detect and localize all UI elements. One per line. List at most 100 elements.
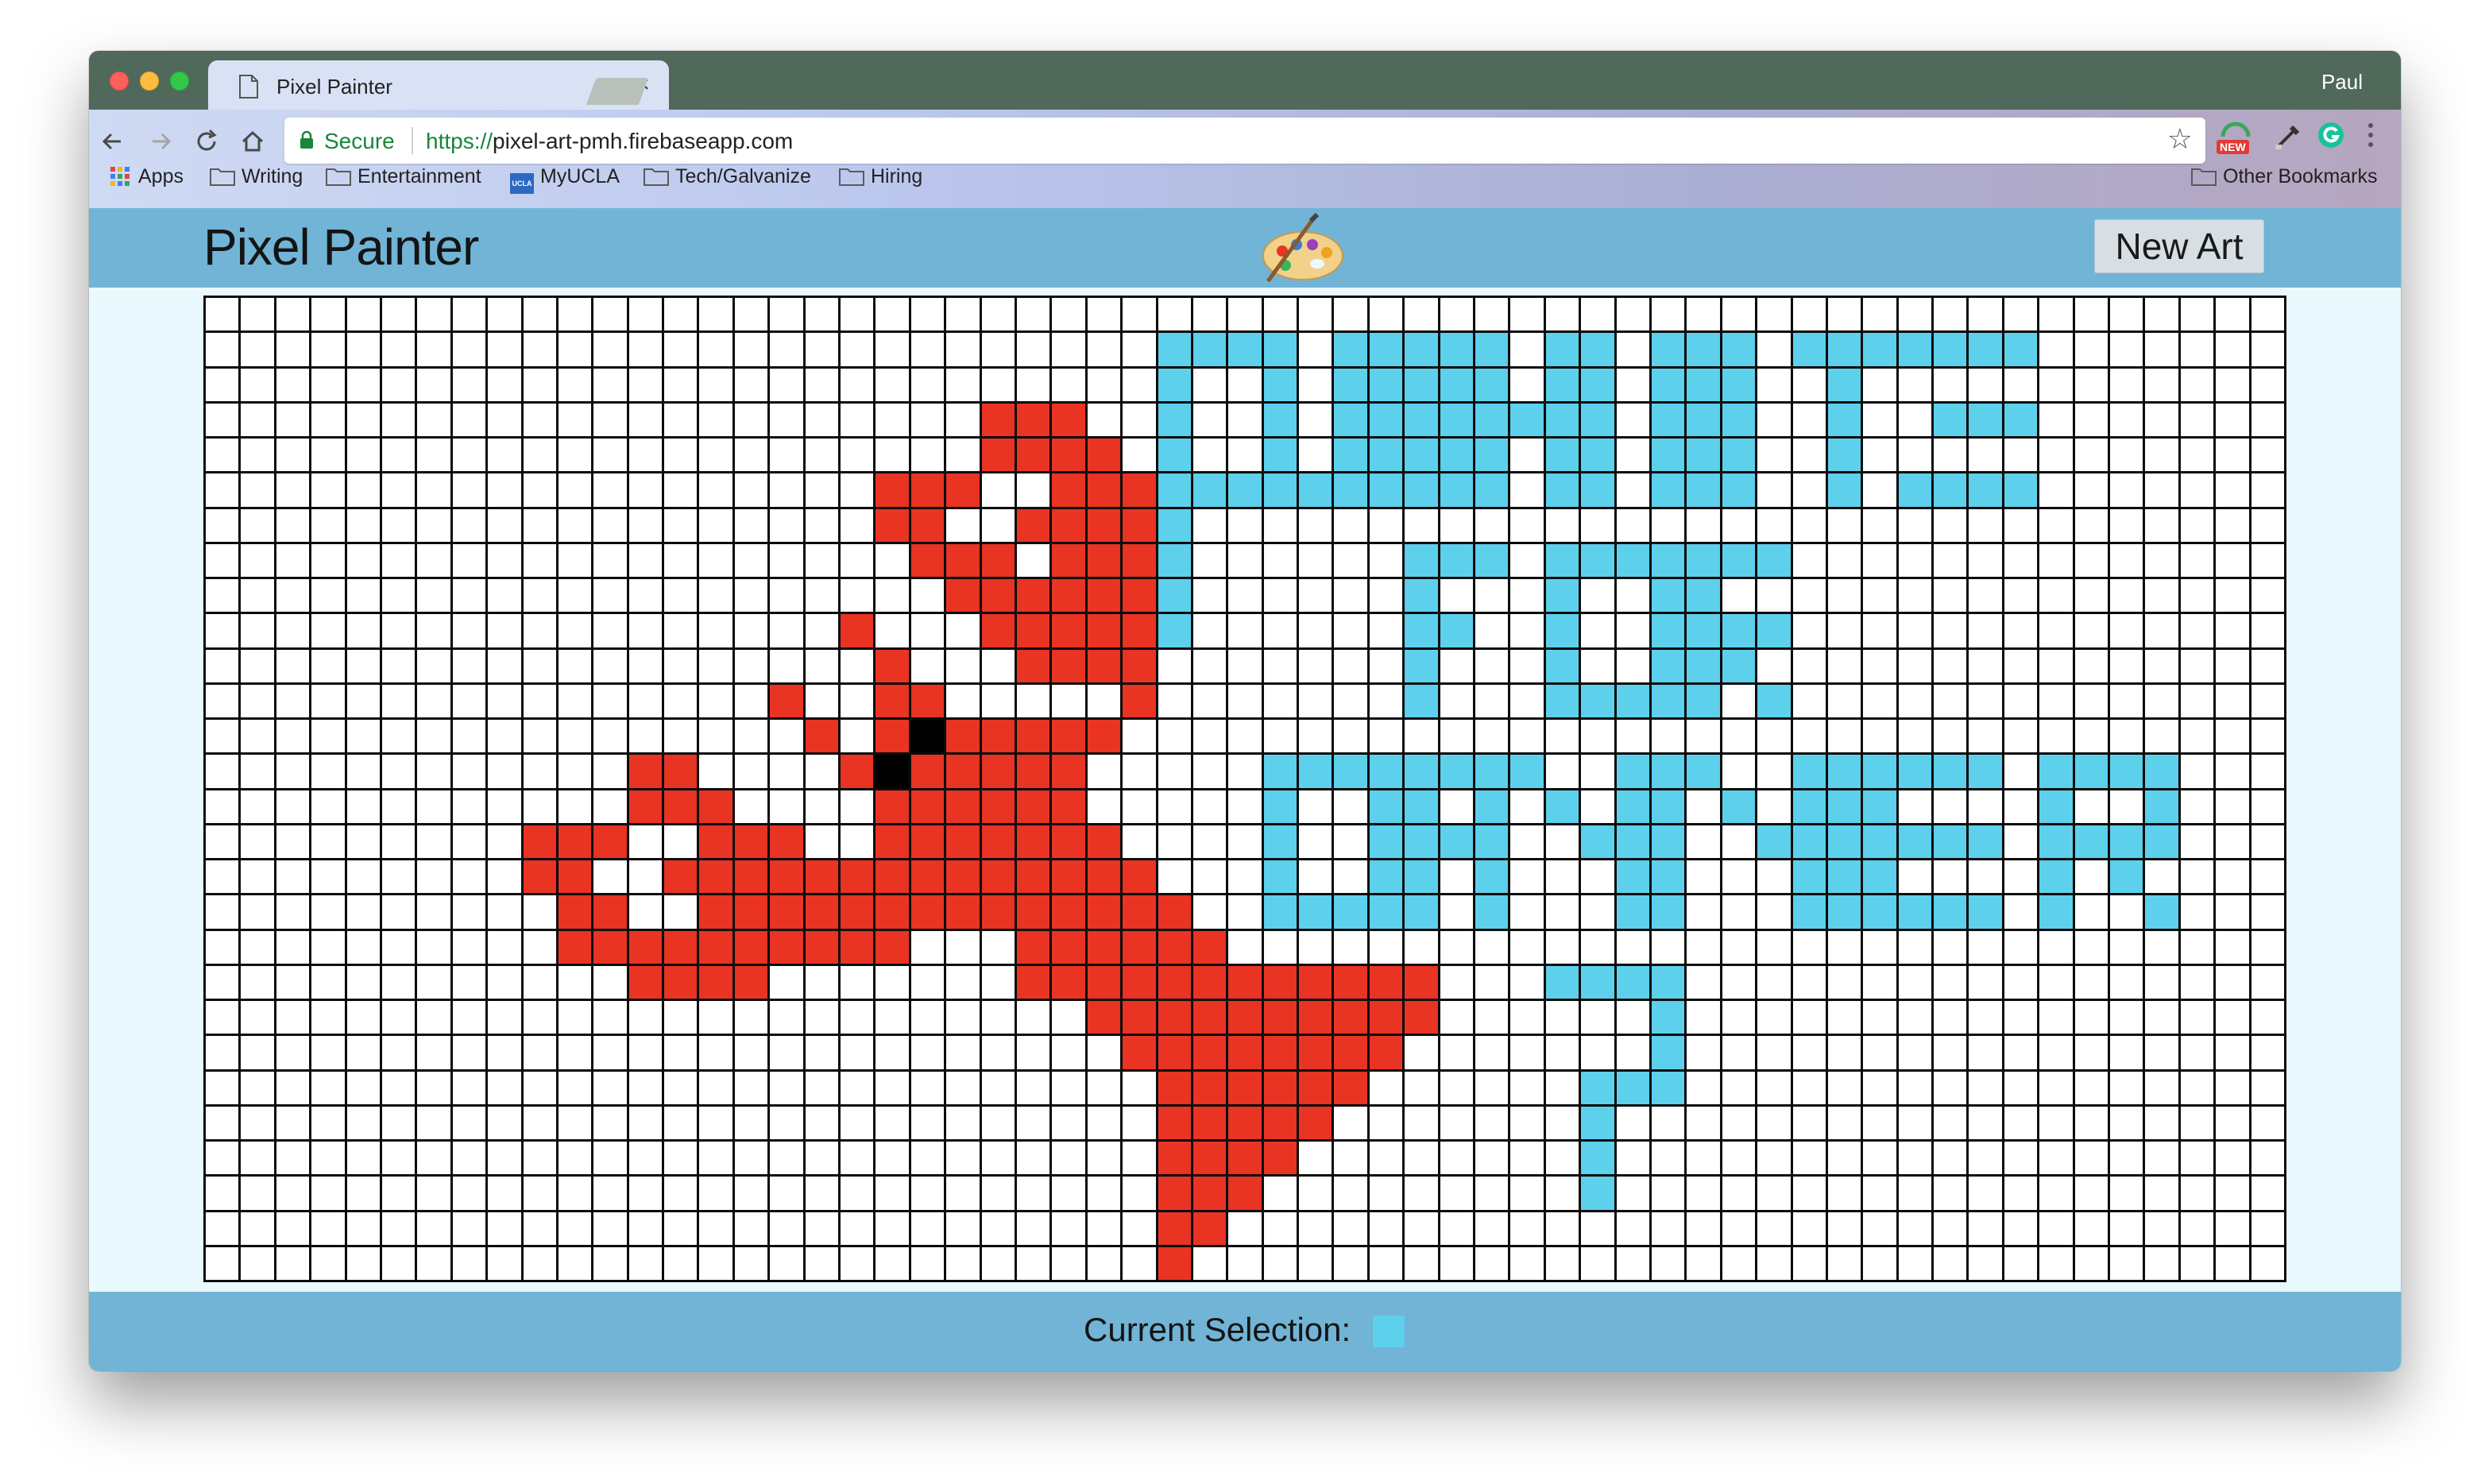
pixel-cell[interactable] — [1827, 439, 1861, 472]
pixel-cell[interactable] — [1581, 473, 1614, 507]
pixel-cell[interactable] — [488, 720, 521, 753]
pixel-cell[interactable] — [346, 1001, 380, 1034]
pixel-cell[interactable] — [452, 965, 486, 999]
pixel-cell[interactable] — [1263, 1142, 1297, 1175]
pixel-cell[interactable] — [1087, 579, 1121, 613]
pixel-cell[interactable] — [1687, 1142, 1720, 1175]
pixel-cell[interactable] — [1123, 825, 1156, 858]
pixel-cell[interactable] — [1651, 1036, 1685, 1069]
pixel-cell[interactable] — [2110, 860, 2143, 894]
pixel-cell[interactable] — [1545, 1071, 1579, 1104]
pixel-cell[interactable] — [1369, 930, 1403, 964]
pixel-cell[interactable] — [488, 614, 521, 647]
pixel-cell[interactable] — [1158, 368, 1191, 401]
pixel-cell[interactable] — [1827, 1142, 1861, 1175]
pixel-cell[interactable] — [1158, 649, 1191, 682]
pixel-cell[interactable] — [1827, 333, 1861, 366]
pixel-cell[interactable] — [1687, 1001, 1720, 1034]
pixel-cell[interactable] — [1722, 684, 1756, 717]
pixel-cell[interactable] — [1123, 508, 1156, 542]
pixel-cell[interactable] — [1016, 368, 1050, 401]
pixel-cell[interactable] — [1440, 684, 1474, 717]
pixel-cell[interactable] — [346, 790, 380, 823]
pixel-cell[interactable] — [770, 1071, 803, 1104]
pixel-cell[interactable] — [2039, 579, 2073, 613]
pixel-cell[interactable] — [1369, 965, 1403, 999]
pixel-cell[interactable] — [1263, 684, 1297, 717]
pixel-cell[interactable] — [381, 368, 416, 401]
pixel-cell[interactable] — [910, 790, 945, 823]
pixel-cell[interactable] — [1475, 895, 1509, 929]
pixel-cell[interactable] — [1510, 333, 1544, 366]
pixel-cell[interactable] — [1263, 860, 1297, 894]
pixel-cell[interactable] — [1405, 614, 1438, 647]
pixel-cell[interactable] — [2251, 825, 2284, 858]
pixel-cell[interactable] — [1616, 825, 1649, 858]
pixel-cell[interactable] — [2074, 1246, 2108, 1280]
pixel-cell[interactable] — [2145, 1036, 2178, 1069]
pixel-cell[interactable] — [1158, 755, 1191, 788]
pixel-cell[interactable] — [1827, 403, 1861, 436]
pixel-cell[interactable] — [276, 930, 310, 964]
pixel-cell[interactable] — [1334, 1212, 1367, 1245]
pixel-cell[interactable] — [875, 368, 909, 401]
pixel-cell[interactable] — [805, 1246, 839, 1280]
pixel-cell[interactable] — [206, 860, 239, 894]
pixel-cell[interactable] — [699, 1212, 732, 1245]
pixel-cell[interactable] — [2145, 965, 2178, 999]
pixel-cell[interactable] — [1757, 790, 1791, 823]
pixel-cell[interactable] — [734, 1071, 768, 1104]
pixel-cell[interactable] — [523, 1001, 556, 1034]
pixel-cell[interactable] — [452, 543, 486, 577]
pixel-cell[interactable] — [1827, 790, 1861, 823]
pixel-cell[interactable] — [381, 1071, 416, 1104]
pixel-cell[interactable] — [452, 403, 486, 436]
pixel-cell[interactable] — [841, 720, 874, 753]
pixel-cell[interactable] — [1334, 508, 1367, 542]
pixel-cell[interactable] — [1299, 825, 1332, 858]
pixel-cell[interactable] — [1263, 755, 1297, 788]
pixel-cell[interactable] — [1898, 1246, 1932, 1280]
pixel-cell[interactable] — [311, 965, 345, 999]
pixel-cell[interactable] — [1687, 473, 1720, 507]
pixel-cell[interactable] — [805, 649, 839, 682]
pixel-cell[interactable] — [2180, 1106, 2214, 1139]
pixel-cell[interactable] — [981, 1177, 1015, 1210]
pixel-cell[interactable] — [523, 614, 556, 647]
pixel-cell[interactable] — [452, 368, 486, 401]
pixel-cell[interactable] — [1192, 614, 1227, 647]
pixel-cell[interactable] — [1334, 543, 1367, 577]
pixel-cell[interactable] — [2216, 1212, 2249, 1245]
pixel-cell[interactable] — [1651, 649, 1685, 682]
pixel-cell[interactable] — [2110, 1071, 2143, 1104]
pixel-cell[interactable] — [1651, 508, 1685, 542]
pixel-cell[interactable] — [875, 1036, 909, 1069]
pixel-cell[interactable] — [417, 1071, 450, 1104]
pixel-cell[interactable] — [381, 1246, 416, 1280]
pixel-cell[interactable] — [1299, 1142, 1332, 1175]
pixel-cell[interactable] — [452, 298, 486, 331]
pixel-cell[interactable] — [346, 1036, 380, 1069]
pixel-cell[interactable] — [2216, 403, 2249, 436]
pixel-cell[interactable] — [1898, 720, 1932, 753]
pixel-cell[interactable] — [2110, 1001, 2143, 1034]
pixel-cell[interactable] — [1052, 895, 1085, 929]
pixel-cell[interactable] — [1052, 1142, 1085, 1175]
pixel-cell[interactable] — [1475, 368, 1509, 401]
pixel-cell[interactable] — [241, 895, 274, 929]
pixel-cell[interactable] — [2251, 860, 2284, 894]
pixel-cell[interactable] — [1510, 1177, 1544, 1210]
pixel-cell[interactable] — [2004, 1036, 2038, 1069]
pixel-cell[interactable] — [1898, 1212, 1932, 1245]
pixel-cell[interactable] — [1334, 473, 1367, 507]
pixel-cell[interactable] — [417, 1246, 450, 1280]
bookmark-tech-galvanize[interactable]: Tech/Galvanize — [644, 165, 811, 188]
pixel-cell[interactable] — [981, 368, 1015, 401]
pixel-cell[interactable] — [1228, 930, 1262, 964]
pixel-cell[interactable] — [1052, 755, 1085, 788]
pixel-cell[interactable] — [1334, 298, 1367, 331]
pixel-cell[interactable] — [2216, 720, 2249, 753]
pixel-cell[interactable] — [206, 1246, 239, 1280]
pixel-cell[interactable] — [981, 895, 1015, 929]
pixel-cell[interactable] — [276, 860, 310, 894]
